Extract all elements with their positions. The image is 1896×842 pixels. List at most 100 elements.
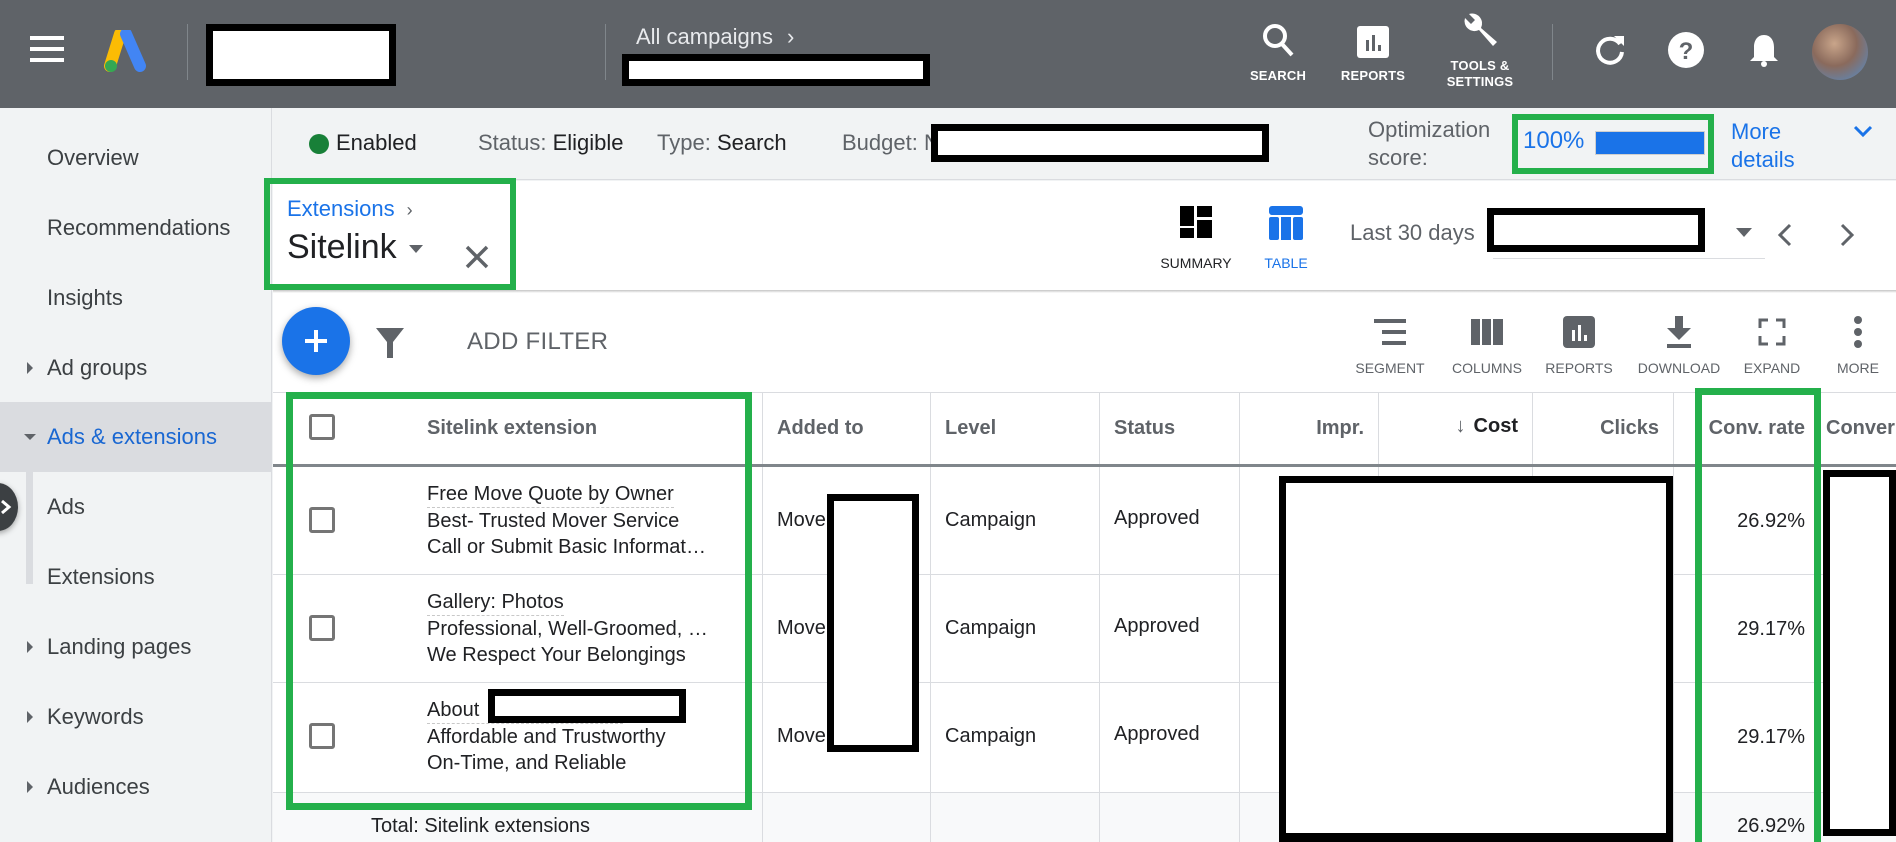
budget-field[interactable]: Budget: N bbox=[842, 130, 940, 156]
close-icon[interactable] bbox=[464, 244, 490, 270]
column-header-cost[interactable]: ↓ Cost bbox=[1378, 415, 1518, 438]
date-range-label[interactable]: Last 30 days bbox=[1350, 220, 1475, 246]
sidebar-item-insights[interactable]: Insights bbox=[0, 263, 271, 333]
column-header-conversions[interactable]: Conver bbox=[1826, 417, 1896, 440]
expand-button[interactable]: EXPAND bbox=[1740, 312, 1804, 376]
type-value: Search bbox=[716, 130, 787, 155]
added-to-cell[interactable]: Move bbox=[777, 617, 826, 640]
more-label: MORE bbox=[1837, 360, 1879, 376]
status-value: Eligible bbox=[552, 130, 624, 155]
chevron-right-icon bbox=[1, 499, 12, 515]
budget-label: Budget: bbox=[842, 130, 924, 155]
previous-period-icon[interactable] bbox=[1776, 222, 1794, 248]
sidebar-item-landing-pages[interactable]: Landing pages bbox=[0, 612, 271, 682]
divider bbox=[605, 24, 606, 80]
page-title-dropdown[interactable]: Sitelink bbox=[287, 228, 423, 267]
download-icon bbox=[1667, 316, 1691, 348]
google-ads-logo[interactable] bbox=[102, 30, 150, 74]
sidebar-item-label: Extensions bbox=[47, 564, 155, 589]
sidebar-item-ads-extensions[interactable]: Ads & extensions bbox=[0, 402, 271, 472]
sort-descending-icon: ↓ bbox=[1455, 415, 1466, 437]
segment-button[interactable]: SEGMENT bbox=[1352, 312, 1428, 376]
sidebar-item-ads[interactable]: Ads bbox=[0, 472, 271, 542]
breadcrumb-label: All campaigns bbox=[636, 24, 773, 49]
view-summary-button[interactable]: SUMMARY bbox=[1160, 206, 1232, 271]
search-button[interactable]: SEARCH bbox=[1248, 18, 1308, 84]
column-header-cost-label: Cost bbox=[1473, 415, 1518, 437]
summary-icon bbox=[1180, 206, 1212, 238]
sidebar-item-label: Overview bbox=[47, 145, 139, 170]
redacted-date-range bbox=[1487, 208, 1705, 252]
page-title: Sitelink bbox=[287, 228, 397, 266]
help-icon[interactable]: ? bbox=[1668, 32, 1704, 68]
redacted-added-to bbox=[827, 494, 919, 752]
sidebar-item-extensions[interactable]: Extensions bbox=[0, 542, 271, 612]
date-dropdown-icon[interactable] bbox=[1736, 228, 1752, 237]
redacted-campaign-name bbox=[622, 54, 930, 86]
columns-icon bbox=[1471, 319, 1503, 345]
add-filter-button[interactable]: ADD FILTER bbox=[467, 328, 608, 356]
chevron-down-icon[interactable] bbox=[1852, 124, 1874, 140]
added-to-cell[interactable]: Move bbox=[777, 509, 826, 532]
download-label: DOWNLOAD bbox=[1637, 360, 1721, 376]
column-header-clicks[interactable]: Clicks bbox=[1532, 417, 1659, 440]
sidebar-item-overview[interactable]: Overview bbox=[0, 123, 271, 193]
sidebar-item-audiences[interactable]: Audiences bbox=[0, 752, 271, 822]
more-details-link[interactable]: More details bbox=[1731, 118, 1795, 174]
download-button[interactable]: DOWNLOAD bbox=[1634, 312, 1724, 376]
avatar[interactable] bbox=[1812, 24, 1868, 80]
filter-icon[interactable] bbox=[375, 326, 405, 360]
sidebar: Overview Recommendations Insights Ad gro… bbox=[0, 108, 272, 842]
header-divider bbox=[273, 290, 1896, 293]
reports-label: REPORTS bbox=[1545, 360, 1613, 376]
added-to-cell[interactable]: Move bbox=[777, 725, 826, 748]
sidebar-item-recommendations[interactable]: Recommendations bbox=[0, 193, 271, 263]
columns-button[interactable]: COLUMNS bbox=[1448, 312, 1526, 376]
breadcrumb-extensions[interactable]: Extensions › bbox=[287, 196, 413, 222]
refresh-icon[interactable] bbox=[1592, 32, 1628, 68]
table-label: TABLE bbox=[1264, 255, 1308, 271]
sidebar-item-label: Ad groups bbox=[47, 355, 148, 380]
status-cell: Approved bbox=[1114, 507, 1200, 529]
more-button[interactable]: MORE bbox=[1830, 312, 1886, 376]
more-vert-icon bbox=[1854, 316, 1862, 348]
date-underline bbox=[1493, 258, 1765, 259]
sidebar-item-keywords[interactable]: Keywords bbox=[0, 682, 271, 752]
type-field: Type: Search bbox=[657, 130, 787, 156]
top-app-bar: All campaigns › SEARCH REPORTS TOOLS & SE… bbox=[0, 0, 1896, 108]
sidebar-item-ad-groups[interactable]: Ad groups bbox=[0, 333, 271, 403]
dropdown-arrow-icon bbox=[408, 245, 423, 254]
sidebar-item-label: Insights bbox=[47, 285, 123, 310]
chevron-right-icon: › bbox=[406, 200, 413, 220]
tools-settings-button[interactable]: TOOLS & SETTINGS bbox=[1440, 8, 1520, 90]
sidebar-item-label: Ads & extensions bbox=[47, 424, 217, 449]
column-header-level[interactable]: Level bbox=[945, 417, 996, 440]
sidebar-item-label: Recommendations bbox=[47, 215, 231, 240]
next-period-icon[interactable] bbox=[1838, 222, 1856, 248]
svg-text:?: ? bbox=[1679, 38, 1694, 65]
column-header-added-to[interactable]: Added to bbox=[777, 417, 864, 440]
expand-arrow-icon bbox=[27, 362, 33, 374]
menu-icon[interactable] bbox=[30, 36, 64, 66]
breadcrumb-label: Extensions bbox=[287, 196, 395, 221]
breadcrumb-all-campaigns[interactable]: All campaigns › bbox=[636, 24, 794, 50]
bell-icon[interactable] bbox=[1746, 32, 1782, 68]
reports-button[interactable]: REPORTS bbox=[1338, 18, 1408, 84]
conv-rate-column-highlight bbox=[1695, 388, 1821, 842]
column-header-status[interactable]: Status bbox=[1114, 417, 1175, 440]
sidebar-item-label: Keywords bbox=[47, 704, 144, 729]
optimization-score-value[interactable]: 100% bbox=[1523, 127, 1584, 155]
total-label: Total: Sitelink extensions bbox=[371, 815, 591, 837]
column-header-impr[interactable]: Impr. bbox=[1239, 417, 1364, 440]
reports-toolbar-button[interactable]: REPORTS bbox=[1544, 312, 1614, 376]
column-divider bbox=[930, 392, 931, 842]
enabled-status[interactable]: Enabled bbox=[336, 130, 417, 156]
optimization-score-label: Optimization score: bbox=[1368, 116, 1490, 172]
column-divider bbox=[1099, 392, 1100, 842]
enabled-status-dot bbox=[309, 134, 329, 154]
status-label: Status: bbox=[478, 130, 547, 155]
add-extension-button[interactable] bbox=[282, 307, 350, 375]
sidebar-item-label: Ads bbox=[47, 494, 85, 519]
view-table-button[interactable]: TABLE bbox=[1250, 206, 1322, 271]
redacted-budget bbox=[931, 124, 1269, 162]
